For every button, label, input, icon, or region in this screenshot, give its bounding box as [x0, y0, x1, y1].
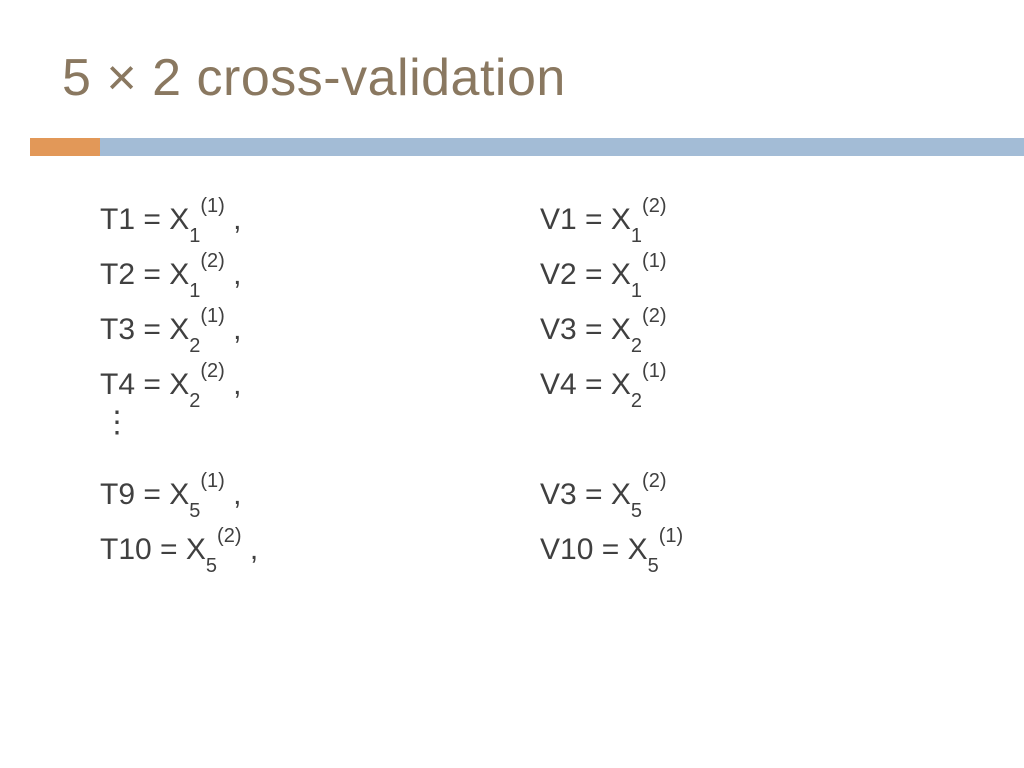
base: X [628, 533, 648, 566]
lhs: T3 [100, 313, 135, 346]
superscript: (2) [642, 470, 666, 492]
equation-row: T4 = X2(2) , [100, 350, 540, 405]
lhs: V3 [540, 478, 577, 511]
superscript: (1) [200, 470, 224, 492]
lhs: T4 [100, 368, 135, 401]
equation-row: T1 = X1(1) , [100, 185, 540, 240]
base: X [186, 533, 206, 566]
subscript: 5 [189, 500, 200, 522]
accent-bar [30, 138, 1024, 156]
tail: , [225, 368, 242, 401]
equation-row: V2 = X1(1) [540, 240, 920, 295]
subscript: 1 [631, 225, 642, 247]
base: X [169, 368, 189, 401]
superscript: (1) [659, 525, 683, 547]
base: X [169, 313, 189, 346]
subscript: 2 [189, 390, 200, 412]
base: X [611, 368, 631, 401]
subscript: 5 [648, 555, 659, 577]
base: X [611, 478, 631, 511]
lhs: V4 [540, 368, 577, 401]
equation-row: T9 = X5(1) , [100, 460, 540, 515]
lhs: T9 [100, 478, 135, 511]
base: X [169, 203, 189, 236]
lhs: T2 [100, 258, 135, 291]
base: X [611, 258, 631, 291]
slide: 5 × 2 cross-validation T1 = X1(1) , T2 =… [0, 0, 1024, 768]
vertical-ellipsis: ⋮ [100, 405, 540, 460]
base: X [611, 313, 631, 346]
subscript: 2 [189, 335, 200, 357]
equation-row: V3 = X5(2) [540, 460, 920, 515]
superscript: (2) [200, 250, 224, 272]
subscript: 1 [189, 280, 200, 302]
equation-row: T10 = X5(2) , [100, 515, 540, 570]
lhs: V3 [540, 313, 577, 346]
lhs: T10 [100, 533, 152, 566]
tail: , [242, 533, 259, 566]
base: X [169, 478, 189, 511]
equation-row: V3 = X2(2) [540, 295, 920, 350]
lhs: V1 [540, 203, 577, 236]
right-column: V1 = X1(2) V2 = X1(1) V3 = X2(2) V4 = X2… [540, 185, 920, 570]
equation-row: T3 = X2(1) , [100, 295, 540, 350]
subscript: 5 [631, 500, 642, 522]
content-area: T1 = X1(1) , T2 = X1(2) , T3 = X2(1) , T… [100, 185, 964, 570]
lhs: V10 [540, 533, 593, 566]
tail: , [225, 203, 242, 236]
superscript: (1) [642, 250, 666, 272]
lhs: V2 [540, 258, 577, 291]
superscript: (2) [642, 305, 666, 327]
base: X [169, 258, 189, 291]
left-column: T1 = X1(1) , T2 = X1(2) , T3 = X2(1) , T… [100, 185, 540, 570]
accent-bar-orange [30, 138, 100, 156]
tail: , [225, 478, 242, 511]
subscript: 1 [631, 280, 642, 302]
slide-title: 5 × 2 cross-validation [62, 48, 566, 108]
subscript: 5 [206, 555, 217, 577]
subscript: 2 [631, 335, 642, 357]
superscript: (1) [200, 305, 224, 327]
superscript: (1) [642, 360, 666, 382]
superscript: (1) [200, 195, 224, 217]
equation-row: V10 = X5(1) [540, 515, 920, 570]
tail: , [225, 313, 242, 346]
base: X [611, 203, 631, 236]
equation-row: V1 = X1(2) [540, 185, 920, 240]
superscript: (2) [642, 195, 666, 217]
lhs: T1 [100, 203, 135, 236]
superscript: (2) [217, 525, 241, 547]
superscript: (2) [200, 360, 224, 382]
empty-row [540, 405, 920, 460]
equation-row: V4 = X2(1) [540, 350, 920, 405]
tail: , [225, 258, 242, 291]
subscript: 1 [189, 225, 200, 247]
subscript: 2 [631, 390, 642, 412]
equation-row: T2 = X1(2) , [100, 240, 540, 295]
